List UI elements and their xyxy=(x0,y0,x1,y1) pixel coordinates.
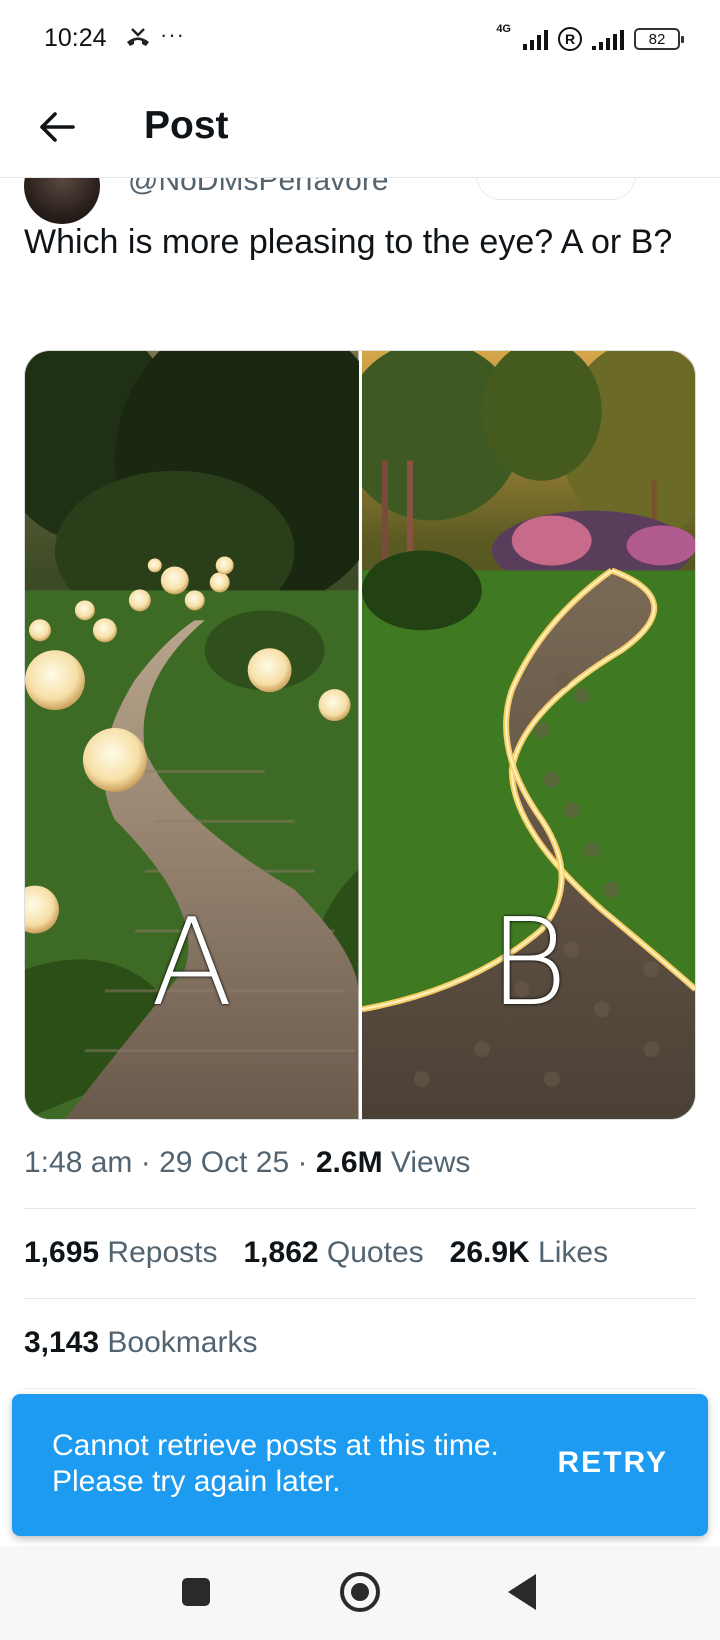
reposts-stat[interactable]: 1,695 Reposts xyxy=(24,1236,217,1270)
back-button[interactable] xyxy=(30,100,84,154)
post-time: 1:48 am xyxy=(24,1146,133,1179)
missed-call-icon xyxy=(127,28,149,46)
media-image-b[interactable]: B xyxy=(361,351,695,1119)
post-meta: 1:48 am · 29 Oct 25 · 2.6M Views xyxy=(24,1146,470,1180)
engagement-stats: 1,695 Reposts 1,862 Quotes 26.9K Likes xyxy=(24,1236,608,1270)
page-title: Post xyxy=(144,104,229,147)
meta-separator: · xyxy=(297,1146,308,1179)
divider xyxy=(24,1298,696,1299)
reposts-label: Reposts xyxy=(107,1236,218,1269)
status-bar: 10:24 ··· 4G R 82 xyxy=(0,0,720,80)
app-header: Post xyxy=(0,86,720,178)
divider xyxy=(24,1208,696,1209)
views-label[interactable]: Views xyxy=(391,1146,470,1179)
likes-stat[interactable]: 26.9K Likes xyxy=(450,1236,608,1270)
status-more-dots: ··· xyxy=(160,22,185,47)
quotes-label: Quotes xyxy=(326,1236,424,1269)
post-date: 29 Oct 25 xyxy=(159,1146,290,1179)
quotes-stat[interactable]: 1,862 Quotes xyxy=(243,1236,423,1270)
likes-label: Likes xyxy=(538,1236,609,1269)
divider xyxy=(24,1388,696,1389)
bookmarks-stat[interactable]: 3,143 Bookmarks xyxy=(24,1326,257,1360)
quotes-count: 1,862 xyxy=(243,1236,319,1269)
status-time: 10:24 xyxy=(44,24,107,52)
meta-separator: · xyxy=(140,1146,151,1179)
battery-icon: 82 xyxy=(634,28,684,50)
recent-apps-icon[interactable] xyxy=(182,1578,210,1606)
reposts-count: 1,695 xyxy=(24,1236,100,1269)
snackbar-message: Cannot retrieve posts at this time. Plea… xyxy=(52,1429,499,1498)
bookmarks-count: 3,143 xyxy=(24,1326,100,1359)
image-label-a: A xyxy=(150,894,233,1033)
back-triangle-icon[interactable] xyxy=(508,1574,536,1610)
bookmarks-label: Bookmarks xyxy=(107,1326,258,1359)
retry-button[interactable]: RETRY xyxy=(557,1446,668,1480)
views-count[interactable]: 2.6M xyxy=(316,1146,383,1179)
signal-icon-2 xyxy=(592,28,624,50)
media-image-a[interactable]: A xyxy=(25,351,359,1119)
system-nav-bar xyxy=(0,1546,720,1640)
roaming-icon: R xyxy=(558,27,582,51)
arrow-left-icon xyxy=(40,112,75,142)
likes-count: 26.9K xyxy=(449,1236,530,1269)
image-label-b: B xyxy=(488,894,568,1033)
post-media[interactable]: A B xyxy=(24,350,696,1120)
status-indicators: 4G R 82 xyxy=(496,22,684,56)
signal-icon-1 xyxy=(523,28,548,50)
error-snackbar: Cannot retrieve posts at this time. Plea… xyxy=(12,1394,708,1536)
network-type-label: 4G xyxy=(496,23,511,35)
home-icon[interactable] xyxy=(340,1572,380,1612)
post-text: Which is more pleasing to the eye? A or … xyxy=(24,223,673,261)
